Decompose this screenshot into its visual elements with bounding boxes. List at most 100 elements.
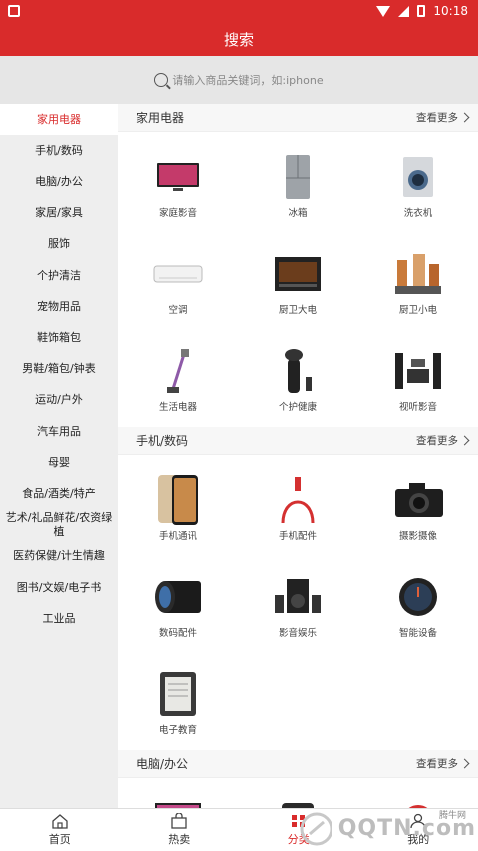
sidebar-item-industrial[interactable]: 工业品 — [0, 603, 118, 634]
phone-icon — [153, 475, 203, 525]
category-item-label: 视听影音 — [398, 402, 437, 413]
category-item[interactable]: 厨卫大电 — [238, 229, 358, 326]
category-item[interactable]: 摄影摄像 — [358, 455, 478, 552]
sidebar-item-shoes-bags[interactable]: 鞋饰箱包 — [0, 322, 118, 353]
notification-icon — [8, 5, 20, 17]
watch-icon — [393, 576, 443, 618]
category-item[interactable]: 数码配件 — [118, 552, 238, 649]
category-item-label: 冰箱 — [288, 208, 308, 219]
watermark-small-text: 腾牛网 — [438, 811, 466, 821]
sidebar-item-home[interactable]: 家居/家具 — [0, 198, 118, 229]
category-item[interactable]: 电子教育 — [118, 649, 238, 746]
section-computers: 电脑/办公 查看更多 — [118, 750, 478, 808]
search-bar[interactable]: 请输入商品关键词，如:iphone — [0, 56, 478, 104]
status-time: 10:18 — [433, 4, 468, 18]
category-item-label: 电子教育 — [158, 725, 197, 736]
category-item-label: 摄影摄像 — [398, 531, 437, 542]
ereader-icon — [153, 672, 203, 716]
category-item[interactable] — [358, 778, 478, 808]
category-item[interactable] — [238, 778, 358, 808]
fridge-icon — [273, 155, 323, 199]
sidebar-item-label: 医药保健/计生情趣 — [13, 549, 105, 563]
category-item-label: 手机配件 — [278, 531, 317, 542]
category-item[interactable]: 视听影音 — [358, 326, 478, 423]
sidebar-item-appliances[interactable]: 家用电器 — [0, 104, 118, 136]
chevron-right-icon — [459, 435, 470, 446]
sidebar-item-label: 电脑/办公 — [35, 175, 83, 189]
signal-icon — [398, 5, 410, 17]
category-item[interactable]: 影音娱乐 — [238, 552, 358, 649]
category-item[interactable]: 智能设备 — [358, 552, 478, 649]
view-more-link[interactable]: 查看更多 — [416, 433, 470, 448]
sidebar-item-mens-watches[interactable]: 男鞋/箱包/钟表 — [0, 354, 118, 385]
sidebar-item-health[interactable]: 医药保健/计生情趣 — [0, 541, 118, 572]
speaker-set-icon — [393, 350, 443, 392]
view-more-label: 查看更多 — [416, 758, 458, 770]
camera-icon — [393, 479, 443, 521]
category-item[interactable]: 手机通讯 — [118, 455, 238, 552]
category-item-label: 个护健康 — [278, 402, 317, 413]
section-header: 手机/数码 查看更多 — [118, 427, 478, 455]
tab-home[interactable]: 首页 — [0, 809, 120, 851]
view-more-link[interactable]: 查看更多 — [416, 756, 470, 771]
sidebar-item-food[interactable]: 食品/酒类/特产 — [0, 478, 118, 509]
monitor-icon — [153, 790, 203, 808]
ac-icon — [153, 253, 203, 295]
sidebar-item-label: 工业品 — [42, 611, 76, 625]
sidebar-item-label: 汽车用品 — [37, 424, 81, 438]
sidebar-item-auto[interactable]: 汽车用品 — [0, 416, 118, 447]
section-header: 电脑/办公 查看更多 — [118, 750, 478, 778]
sidebar-item-baby[interactable]: 母婴 — [0, 447, 118, 478]
section-appliances: 家用电器 查看更多 家庭影音 冰箱 洗衣机 空调 厨卫大电 厨卫小电 生活电器 … — [118, 104, 478, 423]
category-item[interactable] — [118, 778, 238, 808]
status-bar: 10:18 — [0, 0, 478, 22]
category-item[interactable]: 厨卫小电 — [358, 229, 478, 326]
wifi-icon — [376, 5, 391, 17]
category-item-label: 数码配件 — [158, 628, 197, 639]
vacuum-icon — [153, 349, 203, 393]
view-more-label: 查看更多 — [416, 435, 458, 447]
lens-icon — [153, 576, 203, 618]
section-header: 家用电器 查看更多 — [118, 104, 478, 132]
category-item[interactable]: 手机配件 — [238, 455, 358, 552]
bag-icon — [171, 813, 187, 829]
category-item[interactable]: 空调 — [118, 229, 238, 326]
category-item[interactable]: 生活电器 — [118, 326, 238, 423]
sidebar-item-computers[interactable]: 电脑/办公 — [0, 166, 118, 197]
tab-label: 首页 — [48, 833, 71, 846]
sidebar-item-label: 运动/户外 — [35, 393, 83, 407]
search-icon — [154, 73, 169, 87]
sidebar-item-sports[interactable]: 运动/户外 — [0, 385, 118, 416]
category-item[interactable]: 洗衣机 — [358, 132, 478, 229]
search-input[interactable]: 请输入商品关键词，如:iphone — [154, 72, 324, 88]
sidebar-item-label: 艺术/礼品鲜花/农资绿植 — [5, 511, 113, 539]
search-placeholder: 请输入商品关键词，如:iphone — [172, 74, 324, 87]
sidebar-item-label: 食品/酒类/特产 — [22, 486, 96, 500]
subwoofer-icon — [273, 576, 323, 618]
sidebar-item-phones[interactable]: 手机/数码 — [0, 135, 118, 166]
sidebar-item-label: 手机/数码 — [35, 143, 83, 157]
section-phones: 手机/数码 查看更多 手机通讯 手机配件 摄影摄像 数码配件 影音娱乐 智能设备… — [118, 427, 478, 746]
category-sidebar: 家用电器 手机/数码 电脑/办公 家居/家具 服饰 个护清洁 宠物用品 鞋饰箱包… — [0, 104, 118, 808]
sidebar-item-books[interactable]: 图书/文娱/电子书 — [0, 572, 118, 603]
section-title: 电脑/办公 — [136, 757, 189, 771]
category-item[interactable]: 家庭影音 — [118, 132, 238, 229]
category-item-label: 空调 — [168, 305, 188, 316]
sidebar-item-label: 图书/文娱/电子书 — [16, 580, 102, 594]
sidebar-item-pets[interactable]: 宠物用品 — [0, 291, 118, 322]
view-more-link[interactable]: 查看更多 — [416, 110, 470, 125]
category-item-label: 影音娱乐 — [278, 628, 317, 639]
tv-icon — [153, 156, 203, 198]
sidebar-item-clothing[interactable]: 服饰 — [0, 229, 118, 260]
page-title: 搜索 — [0, 22, 478, 56]
sidebar-item-label: 服饰 — [48, 237, 70, 251]
watermark: QQTN.com 腾牛网 — [300, 806, 476, 851]
category-item[interactable]: 个护健康 — [238, 326, 358, 423]
sidebar-item-label: 母婴 — [48, 455, 70, 469]
blender-icon — [393, 253, 443, 295]
tab-hot[interactable]: 热卖 — [120, 809, 240, 851]
sidebar-item-personal-care[interactable]: 个护清洁 — [0, 260, 118, 291]
category-item-label: 洗衣机 — [403, 208, 433, 219]
category-item[interactable]: 冰箱 — [238, 132, 358, 229]
sidebar-item-art-gifts[interactable]: 艺术/礼品鲜花/农资绿植 — [0, 509, 118, 540]
